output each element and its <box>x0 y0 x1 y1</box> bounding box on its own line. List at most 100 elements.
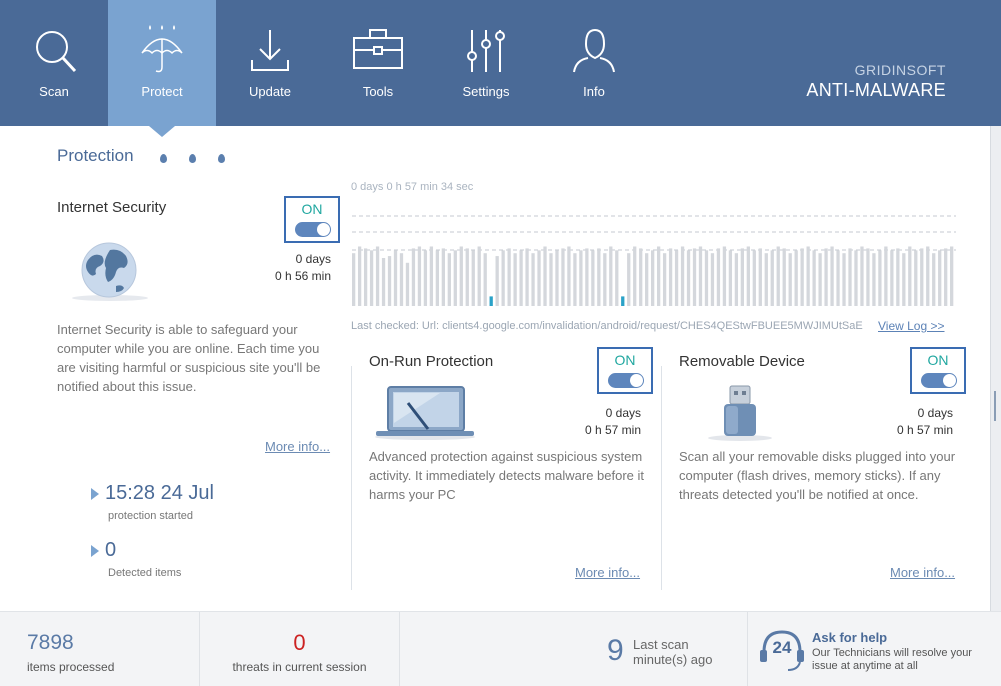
scroll-strip[interactable] <box>990 126 1001 611</box>
removable-device-duration: 0 days 0 h 57 min <box>852 405 953 439</box>
chart-bar <box>776 246 780 306</box>
chart-bar <box>561 248 565 306</box>
chart-elapsed-time: 0 days 0 h 57 min 34 sec <box>351 181 474 193</box>
tab-update[interactable]: Update <box>216 0 324 126</box>
drop-icon <box>189 154 196 163</box>
chart-bar <box>818 253 822 306</box>
chart-bar <box>405 262 410 306</box>
internet-security-description: Internet Security is able to safeguard y… <box>57 322 321 394</box>
chart-bar <box>722 246 727 306</box>
duration-time: 0 h 57 min <box>584 423 641 437</box>
chart-bar <box>459 246 463 306</box>
chart-bar <box>549 253 553 306</box>
chart-bar <box>950 246 954 306</box>
chart-bar <box>758 248 762 306</box>
removable-device-toggle[interactable]: ON <box>910 347 966 394</box>
chart-bar <box>788 253 792 306</box>
laptop-icon <box>375 386 475 440</box>
toggle-switch <box>608 373 644 388</box>
chart-bar <box>836 250 840 306</box>
chart-bar <box>609 246 613 306</box>
last-scan-unit: minute(s) ago <box>633 652 713 667</box>
on-run-duration: 0 days 0 h 57 min <box>540 405 641 439</box>
chart-bar <box>668 248 673 306</box>
chart-bar <box>938 250 942 306</box>
chart-bar <box>369 250 374 306</box>
chart-bar <box>399 253 404 306</box>
last-checked-url: Last checked: Url: clients4.google.com/i… <box>351 320 863 332</box>
chart-bar <box>878 250 882 306</box>
tab-update-label: Update <box>249 84 291 99</box>
chart-bar <box>573 253 577 306</box>
chart-bar <box>603 253 607 306</box>
toggle-state: ON <box>614 352 636 368</box>
chart-bar <box>621 296 625 306</box>
chart-bar <box>716 248 721 306</box>
chart-bar <box>352 253 356 306</box>
internet-security-more-link[interactable]: More info... <box>265 439 330 454</box>
chart-bar <box>932 253 936 306</box>
tab-scan-label: Scan <box>39 84 69 99</box>
chart-bar <box>363 248 368 306</box>
chart-bar <box>890 250 894 306</box>
activity-chart <box>352 215 956 306</box>
tab-protect[interactable]: Protect <box>108 0 216 126</box>
globe-icon <box>72 242 148 301</box>
tab-tools-label: Tools <box>362 84 394 99</box>
chart-bar <box>728 250 733 306</box>
protection-started-time: 15:28 24 Jul <box>105 482 214 504</box>
chart-bar <box>944 248 948 306</box>
internet-security-toggle[interactable]: ON <box>284 196 340 243</box>
tab-settings[interactable]: Settings <box>432 0 540 126</box>
drop-icon <box>160 154 167 163</box>
on-run-title: On-Run Protection <box>369 353 494 370</box>
on-run-more-link[interactable]: More info... <box>575 565 640 580</box>
chart-bar <box>393 250 398 306</box>
threats-label: threats in current session <box>232 660 367 674</box>
sliders-icon <box>467 30 505 72</box>
resize-grip[interactable] <box>994 391 998 421</box>
chart-bar <box>866 248 870 306</box>
status-bar: 7898 items processed 0 threats in curren… <box>0 611 1001 686</box>
chart-bar <box>902 253 906 306</box>
usb-drive-icon <box>708 385 772 441</box>
chart-bar <box>531 253 535 306</box>
brand-company: GRIDINSOFT <box>854 62 946 78</box>
chart-bar <box>537 250 541 306</box>
arrow-right-icon <box>91 545 99 557</box>
support-24-icon[interactable]: 24 <box>758 626 806 674</box>
download-icon <box>251 30 289 71</box>
chart-bar <box>884 246 888 306</box>
duration-time: 0 h 56 min <box>274 269 331 283</box>
duration-days: 0 days <box>917 406 953 420</box>
toggle-state: ON <box>927 352 949 368</box>
chart-bar <box>465 248 469 306</box>
chart-bar <box>680 246 685 306</box>
chart-bar <box>872 253 876 306</box>
view-log-link[interactable]: View Log >> <box>878 319 945 333</box>
on-run-description: Advanced protection against suspicious s… <box>369 449 645 502</box>
ask-for-help-title[interactable]: Ask for help <box>812 630 887 645</box>
chart-bar <box>806 246 810 306</box>
chart-bar <box>752 250 756 306</box>
chart-bar <box>692 248 697 306</box>
tab-tools[interactable]: Tools <box>324 0 432 126</box>
protection-started-label: protection started <box>108 510 193 522</box>
duration-days: 0 days <box>605 406 641 420</box>
chart-bar <box>734 253 739 306</box>
chart-bar <box>794 250 798 306</box>
chart-bar <box>812 250 816 306</box>
chart-bar <box>519 250 523 306</box>
tab-scan[interactable]: Scan <box>0 0 108 126</box>
chart-bar <box>746 246 750 306</box>
tab-protect-label: Protect <box>141 84 183 99</box>
on-run-toggle[interactable]: ON <box>597 347 653 394</box>
drop-icon <box>218 154 225 163</box>
tab-info[interactable]: Info <box>540 0 648 126</box>
chart-bar <box>471 250 475 306</box>
page-title: Protection <box>57 146 134 165</box>
chart-bar <box>656 246 661 306</box>
removable-device-more-link[interactable]: More info... <box>890 565 955 580</box>
chart-bar <box>375 246 380 306</box>
magnifier-icon <box>36 31 77 73</box>
